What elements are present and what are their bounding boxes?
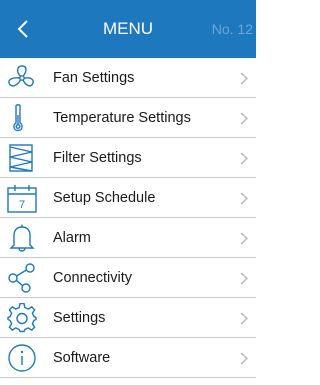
menu-item-label: Filter Settings xyxy=(53,150,142,166)
chevron-right-icon xyxy=(240,72,248,85)
calendar-day: 7 xyxy=(19,199,25,211)
thermometer-icon xyxy=(6,103,38,133)
menu-item-fan-settings[interactable]: Fan Settings xyxy=(0,58,256,98)
menu-item-temperature-settings[interactable]: Temperature Settings xyxy=(0,98,256,138)
filter-icon xyxy=(6,143,38,173)
calendar-icon: 7 xyxy=(6,183,38,213)
menu-item-label: Connectivity xyxy=(53,270,132,286)
chevron-right-icon xyxy=(240,152,248,165)
chevron-right-icon xyxy=(240,232,248,245)
share-icon xyxy=(6,263,38,293)
chevron-right-icon xyxy=(240,112,248,125)
menu-item-setup-schedule[interactable]: 7 Setup Schedule xyxy=(0,178,256,218)
info-icon xyxy=(6,343,38,373)
menu-item-software[interactable]: Software xyxy=(0,338,256,378)
menu-item-label: Temperature Settings xyxy=(53,110,191,126)
menu-item-filter-settings[interactable]: Filter Settings xyxy=(0,138,256,178)
chevron-right-icon xyxy=(240,192,248,205)
menu-item-settings[interactable]: Settings xyxy=(0,298,256,338)
menu-item-label: Setup Schedule xyxy=(53,190,156,206)
chevron-right-icon xyxy=(240,352,248,365)
chevron-right-icon xyxy=(240,312,248,325)
menu-item-alarm[interactable]: Alarm xyxy=(0,218,256,258)
menu-list: Fan Settings Temperature Settings Filter… xyxy=(0,58,256,378)
menu-item-label: Settings xyxy=(53,310,106,326)
header-bar: MENU No. 12 xyxy=(0,0,256,58)
unit-number: No. 12 xyxy=(211,21,253,37)
menu-item-label: Fan Settings xyxy=(53,70,135,86)
menu-item-label: Alarm xyxy=(53,230,91,246)
chevron-right-icon xyxy=(240,272,248,285)
menu-item-connectivity[interactable]: Connectivity xyxy=(0,258,256,298)
bell-icon xyxy=(6,223,38,253)
menu-item-label: Software xyxy=(53,350,111,366)
gear-icon xyxy=(6,303,38,333)
fan-icon xyxy=(6,63,38,93)
